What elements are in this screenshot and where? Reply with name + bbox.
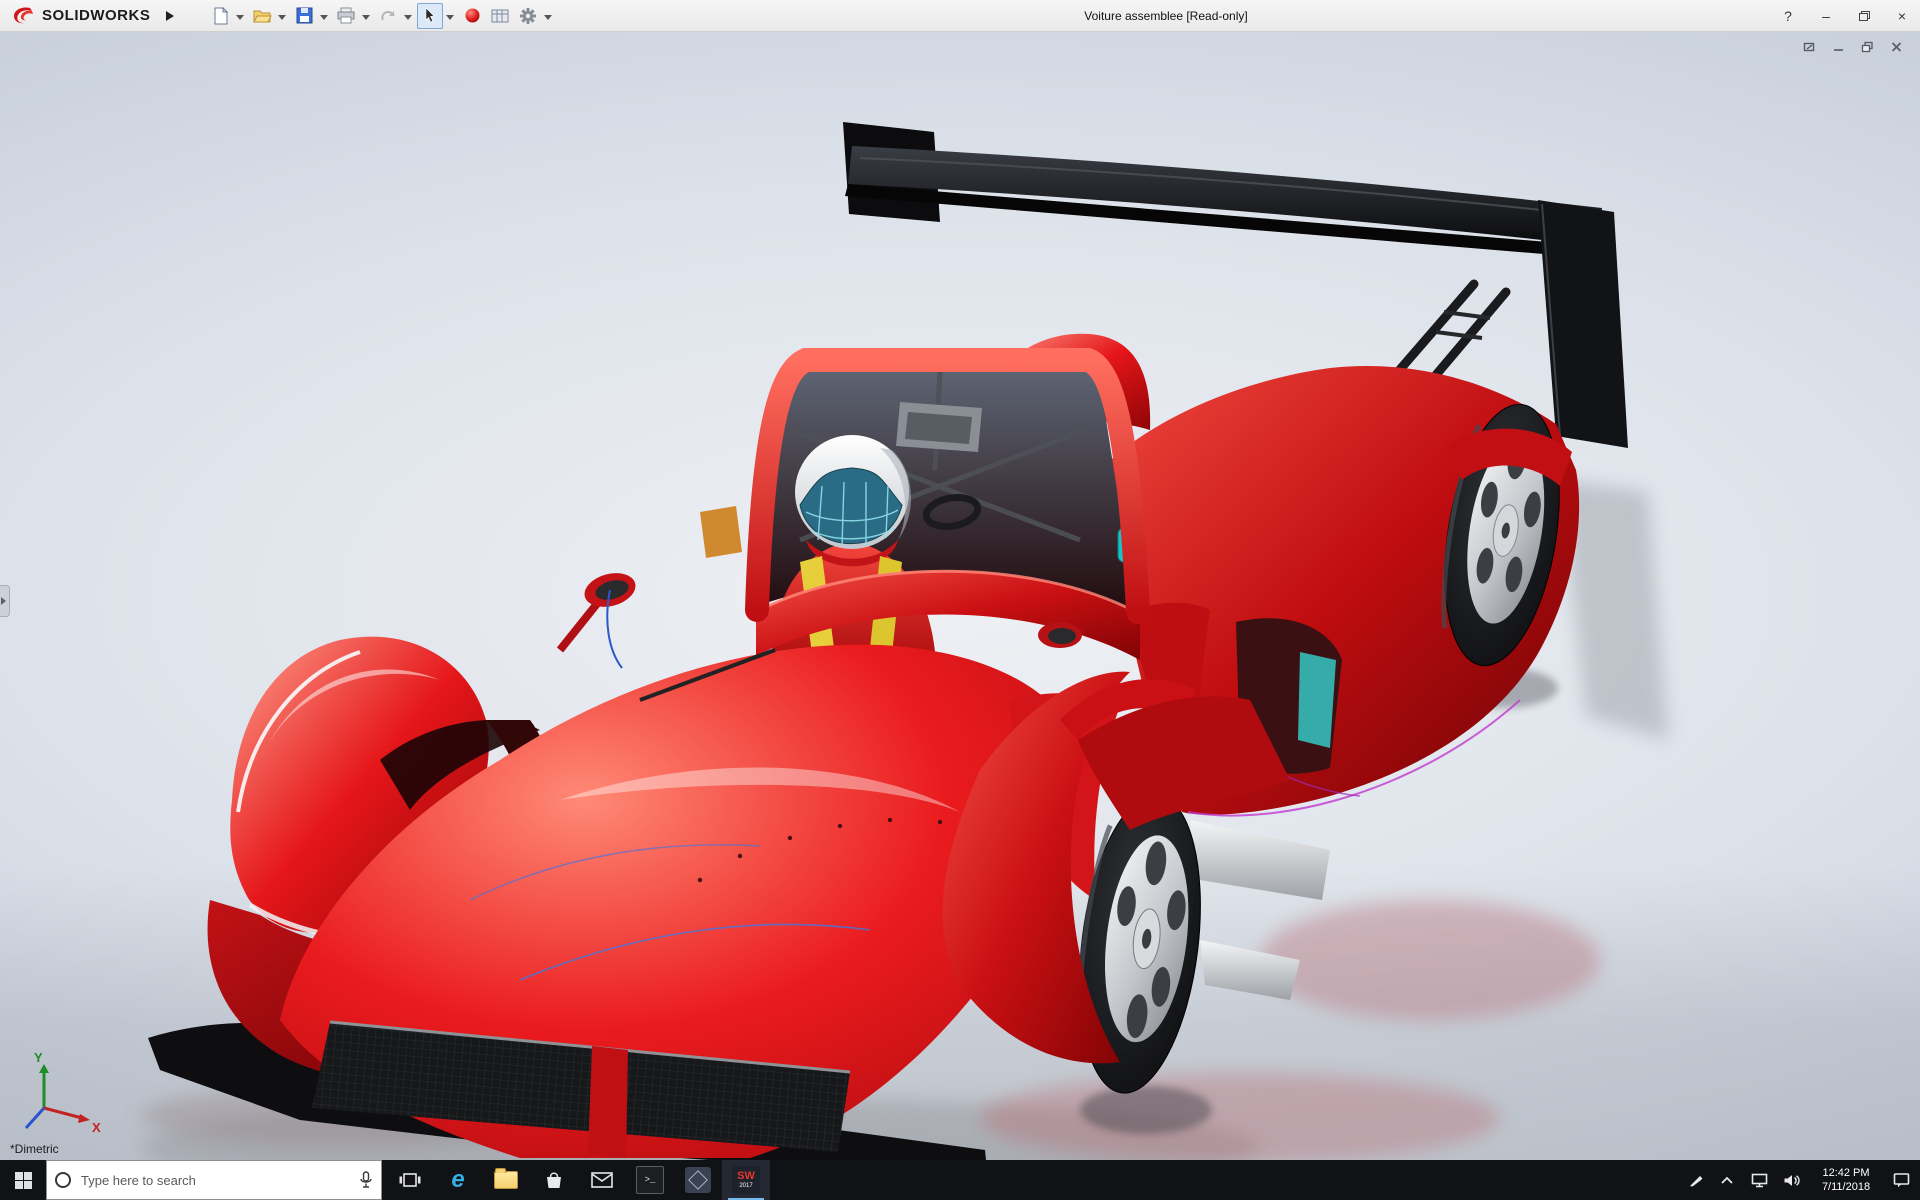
display-settings-icon [491,9,509,22]
doc-minimize-button[interactable] [1828,39,1848,55]
command-prompt-icon: >_ [636,1166,664,1194]
print-icon [337,7,355,24]
help-button[interactable]: ? [1778,8,1798,24]
viewer-app-icon [685,1167,711,1193]
window-controls: ? – × [1778,0,1912,31]
open-icon [253,10,272,23]
solidworks-app-button[interactable]: SW 2017 [722,1160,770,1200]
microphone-icon[interactable] [359,1171,373,1189]
grille-pylon [588,1046,628,1158]
windows-logo-icon [14,1171,32,1189]
chevron-right-icon [1,597,10,605]
undo-caret[interactable] [404,14,413,24]
command-prompt-button[interactable]: >_ [626,1160,674,1200]
appearance-button[interactable] [459,3,485,29]
options-gear-icon [520,7,537,24]
viewer-app-button[interactable] [674,1160,722,1200]
orientation-triad: Y X [24,1050,101,1135]
undo-icon [381,10,396,20]
mail-icon [591,1172,613,1188]
print-caret[interactable] [362,14,371,24]
start-button[interactable] [0,1160,46,1200]
view-orientation-label: *Dimetric [10,1142,59,1156]
window-title: Voiture assemblee [Read-only] [1084,8,1248,23]
system-tray: 12:42 PM 7/11/2018 [1686,1160,1920,1200]
doc-close-button[interactable] [1886,39,1906,55]
task-view-icon [399,1173,421,1187]
mail-button[interactable] [578,1160,626,1200]
doc-restore-button[interactable] [1857,39,1877,55]
search-input[interactable] [79,1171,351,1189]
print-button[interactable] [333,3,359,29]
file-explorer-icon [494,1168,518,1189]
speaker-icon[interactable] [1782,1160,1800,1200]
cortana-icon [55,1172,71,1188]
select-tool-caret[interactable] [446,14,455,24]
model-viewport[interactable]: Y X [0,0,1920,1200]
toolbar-flyout-arrow[interactable] [166,10,179,21]
select-tool-button[interactable] [417,2,444,29]
taskbar-clock[interactable]: 12:42 PM 7/11/2018 [1814,1166,1878,1194]
store-button[interactable] [530,1160,578,1200]
store-icon [547,1172,561,1188]
feature-panel-collapsed-tab[interactable] [0,585,10,617]
save-icon [296,7,313,24]
select-cursor-icon [426,7,435,23]
options-button[interactable] [515,3,541,29]
taskbar-apps: e >_ SW 2017 [386,1160,770,1200]
titlebar: SOLIDWORKS Voiture assemblee [Read-only]… [0,0,1920,32]
triad-y-label: Y [34,1050,43,1065]
edge-icon: e [451,1166,465,1193]
save-caret[interactable] [320,14,329,24]
tray-chevron-up-icon[interactable] [1718,1160,1736,1200]
appearance-sphere-icon [465,8,480,23]
new-document-icon [214,6,229,24]
restore-button[interactable] [1854,8,1874,24]
door-window-glass [1298,652,1336,748]
cockpit [556,348,1150,669]
edge-button[interactable]: e [434,1160,482,1200]
new-document-caret[interactable] [236,14,245,24]
save-button[interactable] [291,3,317,29]
task-view-button[interactable] [386,1160,434,1200]
clock-date: 7/11/2018 [1821,1181,1871,1193]
pen-input-icon[interactable] [1686,1160,1704,1200]
minimize-button[interactable]: – [1816,8,1836,24]
restore-icon [1858,10,1870,21]
triad-x-label: X [92,1120,101,1135]
network-icon[interactable] [1750,1160,1768,1200]
open-caret[interactable] [278,14,287,24]
cockpit-orange-panel [700,506,742,558]
brand-text: SOLIDWORKS [42,7,151,24]
display-settings-button[interactable] [487,3,513,29]
application-window: SOLIDWORKS Voiture assemblee [Read-only]… [0,0,1920,1200]
standard-toolbar [207,2,555,29]
new-document-button[interactable] [207,3,233,29]
document-window-controls [1799,39,1906,55]
undo-button[interactable] [375,3,401,29]
taskbar-search[interactable] [46,1160,382,1200]
open-button[interactable] [249,3,275,29]
doc-restore-up-button[interactable] [1799,39,1819,55]
dassault-logo [14,6,33,23]
taskbar: e >_ [0,1160,1920,1200]
clock-time: 12:42 PM [1822,1167,1870,1179]
brand: SOLIDWORKS [0,5,179,27]
solidworks-app-icon: SW 2017 [732,1166,760,1194]
action-center-icon[interactable] [1892,1160,1910,1200]
close-button[interactable]: × [1892,8,1912,24]
file-explorer-button[interactable] [482,1160,530,1200]
options-caret[interactable] [544,14,553,24]
